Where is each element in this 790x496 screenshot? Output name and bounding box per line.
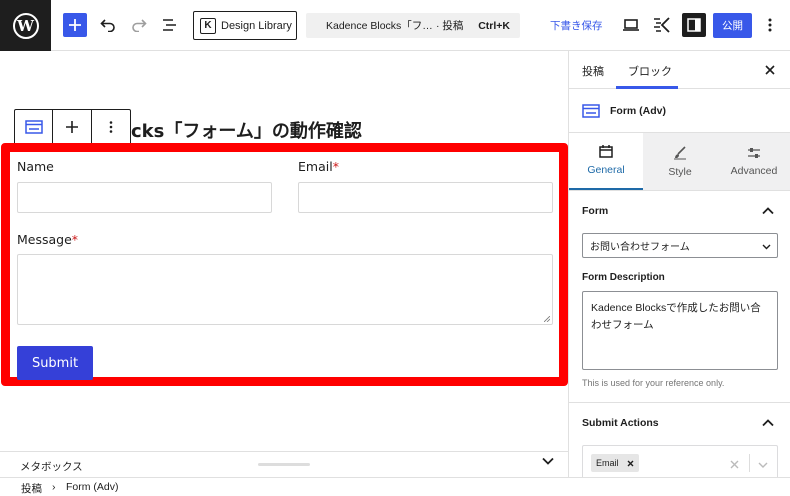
settings-sidebar-toggle[interactable] — [682, 13, 706, 37]
submit-action-chip: Email — [591, 454, 639, 472]
settings-sidebar: 投稿 ブロック Form (Adv) General Style Advance… — [568, 51, 790, 477]
block-type-switcher[interactable] — [15, 110, 54, 144]
tab-block[interactable]: ブロック — [628, 63, 672, 79]
post-title[interactable]: cks「フォーム」の動作確認 — [131, 117, 362, 143]
add-block-button[interactable] — [63, 13, 87, 37]
submit-action-chip-label: Email — [596, 458, 619, 468]
redo-button[interactable] — [127, 13, 151, 37]
command-post-type: · 投稿 — [436, 20, 464, 32]
chevron-down-icon — [762, 244, 771, 250]
select-divider — [749, 454, 750, 472]
block-card: Form (Adv) — [569, 89, 790, 133]
plus-icon — [69, 19, 81, 31]
command-shortcut: Ctrl+K — [478, 19, 510, 32]
kadence-icon — [654, 17, 670, 33]
form-panel-header[interactable]: Form — [569, 190, 790, 230]
preview-button[interactable] — [619, 13, 643, 37]
command-title: Kadence Blocks「フ… — [326, 20, 433, 32]
editor-top-toolbar: W K Design Library Kadence Blocks「フ… · 投… — [0, 0, 790, 51]
message-field-label: Message* — [17, 232, 79, 247]
redo-icon — [132, 19, 147, 32]
form-block-highlight: Name Email* Message* Submit — [1, 143, 568, 386]
message-field-textarea[interactable] — [17, 254, 553, 325]
metabox-label: メタボックス — [20, 461, 83, 473]
kadence-settings-button[interactable] — [650, 13, 674, 37]
block-breadcrumb: 投稿 › Form (Adv) — [0, 477, 790, 496]
name-field-input[interactable] — [17, 182, 272, 213]
required-marker: * — [71, 232, 79, 247]
chevron-down-icon[interactable] — [542, 457, 554, 465]
calendar-icon — [599, 145, 613, 158]
tab-style[interactable]: Style — [643, 133, 717, 190]
wordpress-logo-button[interactable]: W — [0, 0, 51, 51]
tab-post[interactable]: 投稿 — [582, 63, 604, 79]
metabox-resize-handle[interactable] — [258, 463, 310, 466]
email-field-input[interactable] — [298, 182, 553, 213]
chevron-down-icon[interactable] — [758, 462, 768, 468]
more-vertical-icon — [109, 121, 113, 133]
kadence-logo-icon: K — [200, 17, 216, 34]
form-select-value: お問い合わせフォーム — [590, 242, 690, 253]
sidebar-tabs: 投稿 ブロック — [569, 51, 790, 89]
breadcrumb-item-post[interactable]: 投稿 — [21, 481, 42, 496]
form-block-icon — [24, 120, 43, 134]
required-marker: * — [332, 159, 339, 174]
save-draft-button[interactable]: 下書き保存 — [550, 18, 603, 33]
submit-actions-select[interactable]: Email — [582, 445, 778, 477]
tab-general[interactable]: General — [569, 133, 643, 190]
block-toolbar — [14, 109, 131, 145]
tab-advanced[interactable]: Advanced — [717, 133, 790, 190]
design-library-button[interactable]: K Design Library — [193, 11, 297, 40]
command-palette-button[interactable]: Kadence Blocks「フ… · 投稿 Ctrl+K — [306, 13, 520, 38]
document-overview-button[interactable] — [158, 13, 182, 37]
chevron-up-icon — [762, 207, 774, 215]
more-vertical-icon — [768, 18, 772, 32]
editor-canvas: cks「フォーム」の動作確認 Name Email* Message* Subm… — [0, 51, 568, 451]
metabox-panel[interactable]: メタボックス — [0, 451, 568, 477]
list-view-icon — [163, 19, 176, 31]
publish-button[interactable]: 公開 — [713, 13, 752, 38]
undo-icon — [100, 19, 115, 32]
tab-general-label: General — [587, 164, 625, 176]
submit-actions-title: Submit Actions — [582, 417, 659, 429]
submit-actions-panel-header[interactable]: Submit Actions — [569, 402, 790, 442]
form-description-help: This is used for your reference only. — [582, 378, 725, 388]
remove-chip-icon[interactable] — [627, 460, 634, 467]
breadcrumb-separator: › — [52, 481, 56, 493]
close-icon[interactable] — [765, 65, 775, 75]
form-block-icon — [582, 104, 600, 118]
form-select[interactable]: お問い合わせフォーム — [582, 233, 778, 258]
undo-button[interactable] — [96, 13, 120, 37]
sidebar-icon — [687, 18, 701, 32]
design-library-label: Design Library — [221, 19, 292, 32]
resize-handle-icon[interactable] — [544, 316, 550, 322]
inspector-tabs: General Style Advanced — [569, 133, 790, 190]
plus-icon — [66, 121, 79, 133]
form-description-textarea[interactable]: Kadence Blocksで作成したお問い合わせフォーム — [582, 291, 778, 370]
desktop-preview-icon — [623, 19, 639, 31]
breadcrumb-item-form[interactable]: Form (Adv) — [66, 481, 119, 493]
form-panel-title: Form — [582, 205, 609, 217]
form-description-label: Form Description — [582, 272, 665, 283]
block-options-button[interactable] — [92, 110, 130, 144]
block-card-title: Form (Adv) — [610, 105, 666, 117]
wordpress-logo-icon: W — [12, 12, 39, 39]
block-insert-button[interactable] — [53, 110, 92, 144]
tab-style-label: Style — [668, 165, 692, 178]
options-menu-button[interactable] — [758, 13, 782, 37]
clear-selection-icon[interactable] — [730, 460, 739, 469]
name-field-label: Name — [17, 159, 54, 174]
chevron-up-icon — [762, 419, 774, 427]
submit-button[interactable]: Submit — [17, 346, 93, 380]
sliders-icon — [748, 147, 760, 158]
email-field-label: Email* — [298, 159, 339, 174]
tab-advanced-label: Advanced — [730, 164, 778, 177]
brush-icon — [674, 145, 686, 159]
